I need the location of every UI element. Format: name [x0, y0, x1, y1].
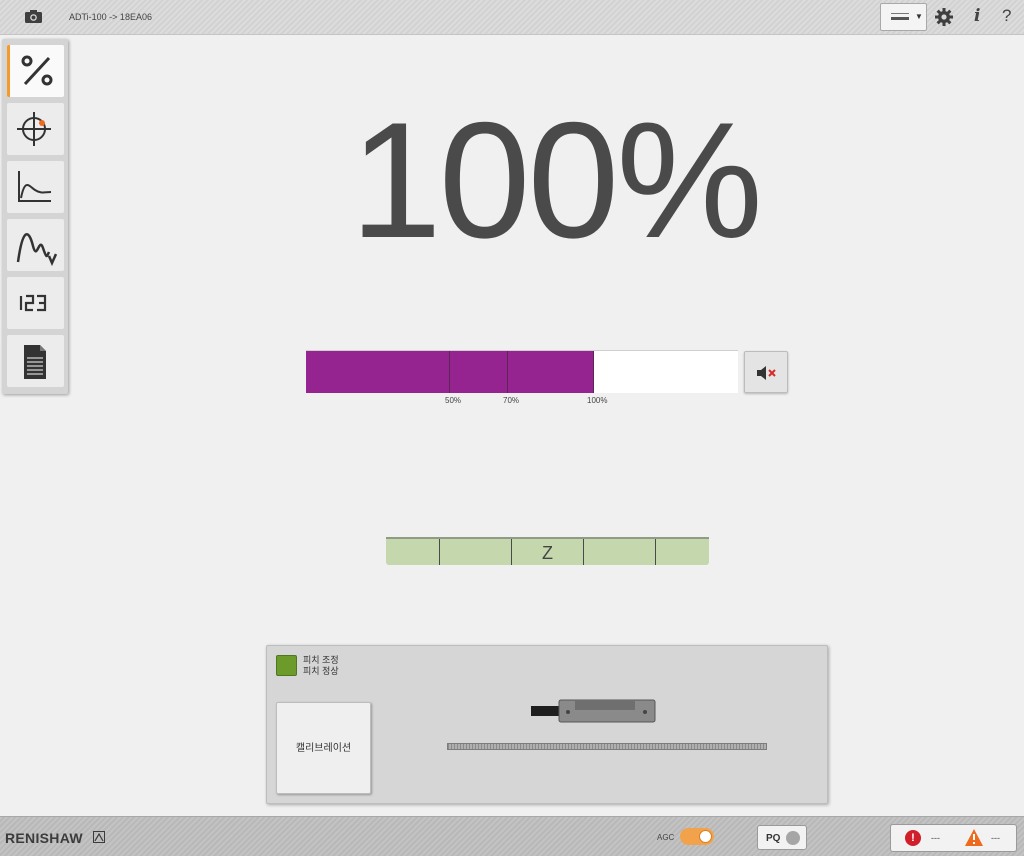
camera-icon[interactable] [25, 10, 42, 23]
status-bar: RENISHAW AGC PQ ! --- --- [0, 816, 1024, 856]
renishaw-logo: RENISHAW [5, 830, 83, 846]
renishaw-logo-mark [93, 831, 105, 843]
pq-label: PQ [766, 833, 781, 844]
agc-toggle[interactable] [680, 828, 714, 845]
tick-label-70: 70% [503, 396, 520, 405]
warning-count: --- [991, 833, 1000, 843]
device-title: ADTi-100 -> 18EA06 [69, 12, 152, 22]
tick-label-100: 100% [587, 396, 608, 405]
pitch-status-line1: 피치 조정 [303, 655, 339, 665]
pitch-status-text: 피치 조정 피치 정상 [303, 655, 339, 677]
error-count: --- [931, 833, 940, 843]
sidebar-item-numeric[interactable] [7, 277, 64, 329]
signal-strength-bar [306, 350, 738, 393]
scale-tape [447, 743, 767, 750]
tick-70 [507, 351, 508, 393]
gear-icon[interactable] [935, 8, 953, 26]
warning-icon [965, 829, 983, 846]
setup-panel: 피치 조정 피치 정상 캘리브레이션 [266, 645, 828, 804]
toggle-knob [699, 830, 712, 843]
top-bar: ADTi-100 -> 18EA06 ▼ i ? [0, 0, 1024, 35]
signal-percent-readout: 100% [349, 88, 763, 272]
error-icon: ! [905, 830, 921, 846]
numeric-icon [19, 294, 47, 312]
sidebar-item-document[interactable] [7, 335, 64, 387]
display-menu-button[interactable]: ▼ [880, 3, 927, 31]
tick-50 [449, 351, 450, 393]
chevron-down-icon: ▼ [915, 12, 923, 21]
help-button[interactable]: ? [1002, 6, 1011, 26]
percent-icon [21, 55, 53, 86]
readhead-icon [531, 699, 656, 723]
alerts-button[interactable]: ! --- --- [890, 824, 1017, 852]
display-icon [891, 13, 909, 20]
pitch-status-indicator [276, 655, 297, 676]
agc-label: AGC [657, 833, 675, 842]
info-button[interactable]: i [974, 6, 980, 26]
pq-button[interactable]: PQ [757, 825, 807, 850]
document-icon [24, 345, 46, 379]
speaker-muted-icon [757, 366, 776, 380]
z-bar-label: Z [542, 543, 553, 563]
pitch-status-line2: 피치 정상 [303, 666, 339, 676]
pq-status-dot [786, 831, 800, 845]
tick-100 [593, 351, 594, 393]
calibrate-button[interactable]: 캘리브레이션 [276, 702, 371, 794]
tick-label-50: 50% [445, 396, 462, 405]
z-reference-bar: Z [386, 537, 709, 565]
mute-button[interactable] [744, 351, 788, 393]
